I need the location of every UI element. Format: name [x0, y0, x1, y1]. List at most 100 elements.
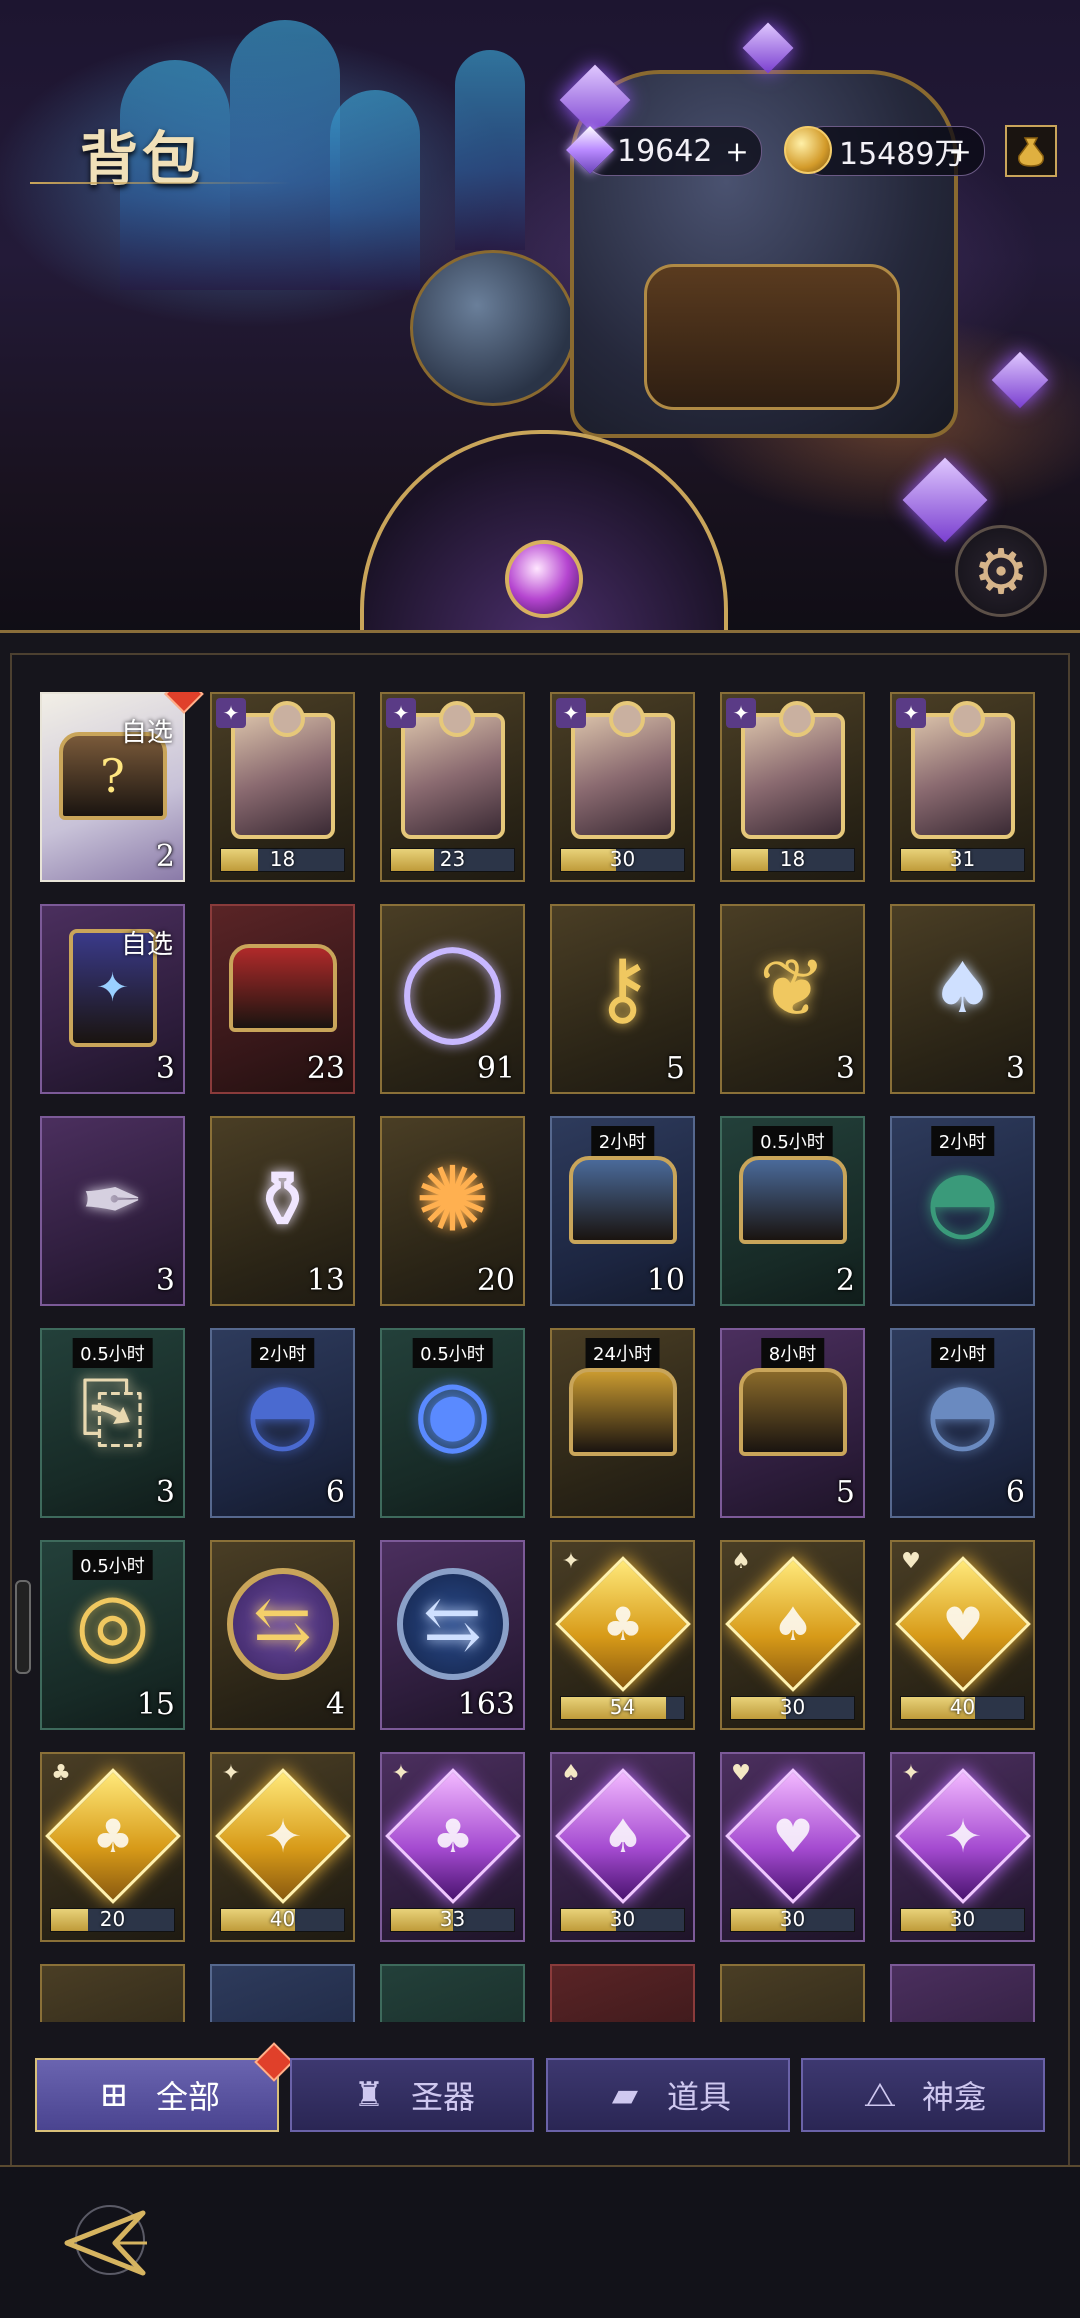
inventory-item[interactable]: ? 自选 2: [40, 692, 185, 882]
inventory-item[interactable]: ❦ 3: [720, 904, 865, 1094]
tab-props[interactable]: ▰ 道具: [546, 2058, 790, 2132]
inventory-item[interactable]: ⎘ 0.5小时 3: [40, 1328, 185, 1518]
inventory-item[interactable]: ♣ ✦ 54: [550, 1540, 695, 1730]
puzzle-piece: [400, 700, 505, 839]
inventory-item[interactable]: ✦ ✦ 40: [210, 1752, 355, 1942]
scrollbar[interactable]: [15, 1580, 31, 1674]
item-count: 20: [476, 1263, 515, 1298]
inventory-item[interactable]: [210, 1964, 355, 2022]
green-sack-icon: ◓: [926, 1151, 999, 1249]
progress-count: 18: [269, 847, 296, 871]
plus-icon[interactable]: +: [942, 133, 978, 169]
back-icon[interactable]: [55, 2195, 155, 2285]
item-count: 6: [1005, 1475, 1025, 1510]
inventory-item[interactable]: ✦ ✦ 30: [890, 1752, 1035, 1942]
inventory-item[interactable]: ◓ 2小时 6: [890, 1328, 1035, 1518]
puzzle-piece: [570, 700, 675, 839]
inventory-item[interactable]: ✦ 18: [210, 692, 355, 882]
inventory-item[interactable]: ⚱ 13: [210, 1116, 355, 1306]
progress-count: 30: [949, 1907, 976, 1931]
suit-badge-icon: ✦: [391, 1760, 411, 1786]
coin-icon: [781, 123, 835, 177]
bag-icon[interactable]: [1005, 125, 1057, 177]
crystal-decoration: [742, 22, 794, 74]
suit-symbol: ♥: [771, 1808, 814, 1863]
item-count: 91: [476, 1051, 515, 1086]
inventory-item[interactable]: 23: [210, 904, 355, 1094]
inventory-item[interactable]: ✦ 31: [890, 692, 1035, 882]
key-icon: ⚷: [593, 941, 652, 1034]
progress-count: 40: [269, 1907, 296, 1931]
plus-icon[interactable]: +: [719, 133, 755, 169]
suit-badge-icon: ♣: [51, 1760, 71, 1786]
inventory-grid: ? 自选 2 ✦ 18 ✦ 23 ✦ 30 ✦ 18 ✦ 31 ✦ 自选 3 23 ◯ 91 ⚷ 5 ❦ 3 ♠ 3 ✒ 3 ⚱ 13 ✺…: [40, 692, 1040, 2022]
inventory-item[interactable]: ♣ ✦ 33: [380, 1752, 525, 1942]
inventory-item[interactable]: ✒ 3: [40, 1116, 185, 1306]
inventory-item[interactable]: 2小时 10: [550, 1116, 695, 1306]
tab-all[interactable]: ⊞ 全部: [35, 2058, 279, 2132]
inventory-item[interactable]: ♠ 3: [890, 904, 1035, 1094]
shard-progress-bar: 54: [560, 1695, 685, 1720]
quill-icon: ✒: [81, 1155, 145, 1244]
inventory-item[interactable]: [40, 1964, 185, 2022]
gold-swap-token-icon: ⇆: [226, 1567, 339, 1680]
inventory-item[interactable]: ✦ 自选 3: [40, 904, 185, 1094]
gold-feather-glyph: ❦: [758, 941, 827, 1035]
inventory-item[interactable]: ⚷ 5: [550, 904, 695, 1094]
inventory-item[interactable]: ✦ 18: [720, 692, 865, 882]
green-sack-glyph: ◓: [925, 1150, 1000, 1249]
shard-progress-bar: 18: [730, 847, 855, 872]
inventory-item[interactable]: [890, 1964, 1035, 2022]
inventory-item[interactable]: ✦ 30: [550, 692, 695, 882]
tab-artifact[interactable]: ♜ 圣器: [290, 2058, 534, 2132]
shard-progress-bar: 30: [900, 1907, 1025, 1932]
inventory-item[interactable]: ✺ 20: [380, 1116, 525, 1306]
red-chest-icon: [228, 943, 337, 1032]
stained-window: [330, 90, 420, 290]
inventory-item[interactable]: 8小时 5: [720, 1328, 865, 1518]
puzzle-portrait-icon: [400, 700, 505, 839]
shard-progress-bar: 33: [390, 1907, 515, 1932]
chest-shape: [738, 1367, 847, 1456]
shard-progress-bar: 40: [900, 1695, 1025, 1720]
inventory-item[interactable]: 24小时: [550, 1328, 695, 1518]
gem-icon: [563, 123, 617, 177]
inventory-item[interactable]: ◉ 0.5小时: [380, 1328, 525, 1518]
inventory-item[interactable]: ◓ 2小时: [890, 1116, 1035, 1306]
progress-count: 31: [949, 847, 976, 871]
item-count: 2: [835, 1263, 855, 1298]
inventory-item[interactable]: ◓ 2小时 6: [210, 1328, 355, 1518]
inventory-item[interactable]: ✦ 23: [380, 692, 525, 882]
suit-badge-icon: ♥: [901, 1548, 921, 1574]
inventory-item[interactable]: ♥ ♥ 40: [890, 1540, 1035, 1730]
purple-shard-icon: ♥: [724, 1767, 861, 1904]
inventory-item[interactable]: ♠ ♠ 30: [720, 1540, 865, 1730]
shard-progress-bar: 30: [730, 1907, 855, 1932]
inventory-item[interactable]: ◯ 91: [380, 904, 525, 1094]
progress-count: 23: [439, 847, 466, 871]
inventory-item[interactable]: ♣ ♣ 20: [40, 1752, 185, 1942]
exp-bubbles-icon: ◉: [413, 1359, 492, 1464]
item-count: 3: [1005, 1051, 1025, 1086]
inventory-item[interactable]: ♥ ♥ 30: [720, 1752, 865, 1942]
duration-badge: 2小时: [930, 1126, 995, 1156]
title-ornament: [30, 182, 290, 184]
inventory-item[interactable]: ◎ 0.5小时 15: [40, 1540, 185, 1730]
coin-stack-glyph: ◎: [74, 1573, 151, 1674]
shard-progress-bar: 40: [220, 1907, 345, 1932]
inventory-item[interactable]: ⇆ 4: [210, 1540, 355, 1730]
gear-icon[interactable]: ⚙: [955, 525, 1047, 617]
progress-count: 33: [439, 1907, 466, 1931]
tab-shrine[interactable]: ⧍ 神龛: [801, 2058, 1045, 2132]
star-badge-icon: ✦: [896, 698, 926, 728]
inventory-item[interactable]: [380, 1964, 525, 2022]
inventory-item[interactable]: ⇆ 163: [380, 1540, 525, 1730]
inventory-item[interactable]: 0.5小时 2: [720, 1116, 865, 1306]
inventory-item[interactable]: ♠ ♠ 30: [550, 1752, 695, 1942]
inventory-item[interactable]: [550, 1964, 695, 2022]
suit-badge-icon: ✦: [901, 1760, 921, 1786]
item-count: 3: [155, 1051, 175, 1086]
inventory-item[interactable]: [720, 1964, 865, 2022]
arch-gem: [505, 540, 583, 618]
duration-badge: 2小时: [590, 1126, 655, 1156]
